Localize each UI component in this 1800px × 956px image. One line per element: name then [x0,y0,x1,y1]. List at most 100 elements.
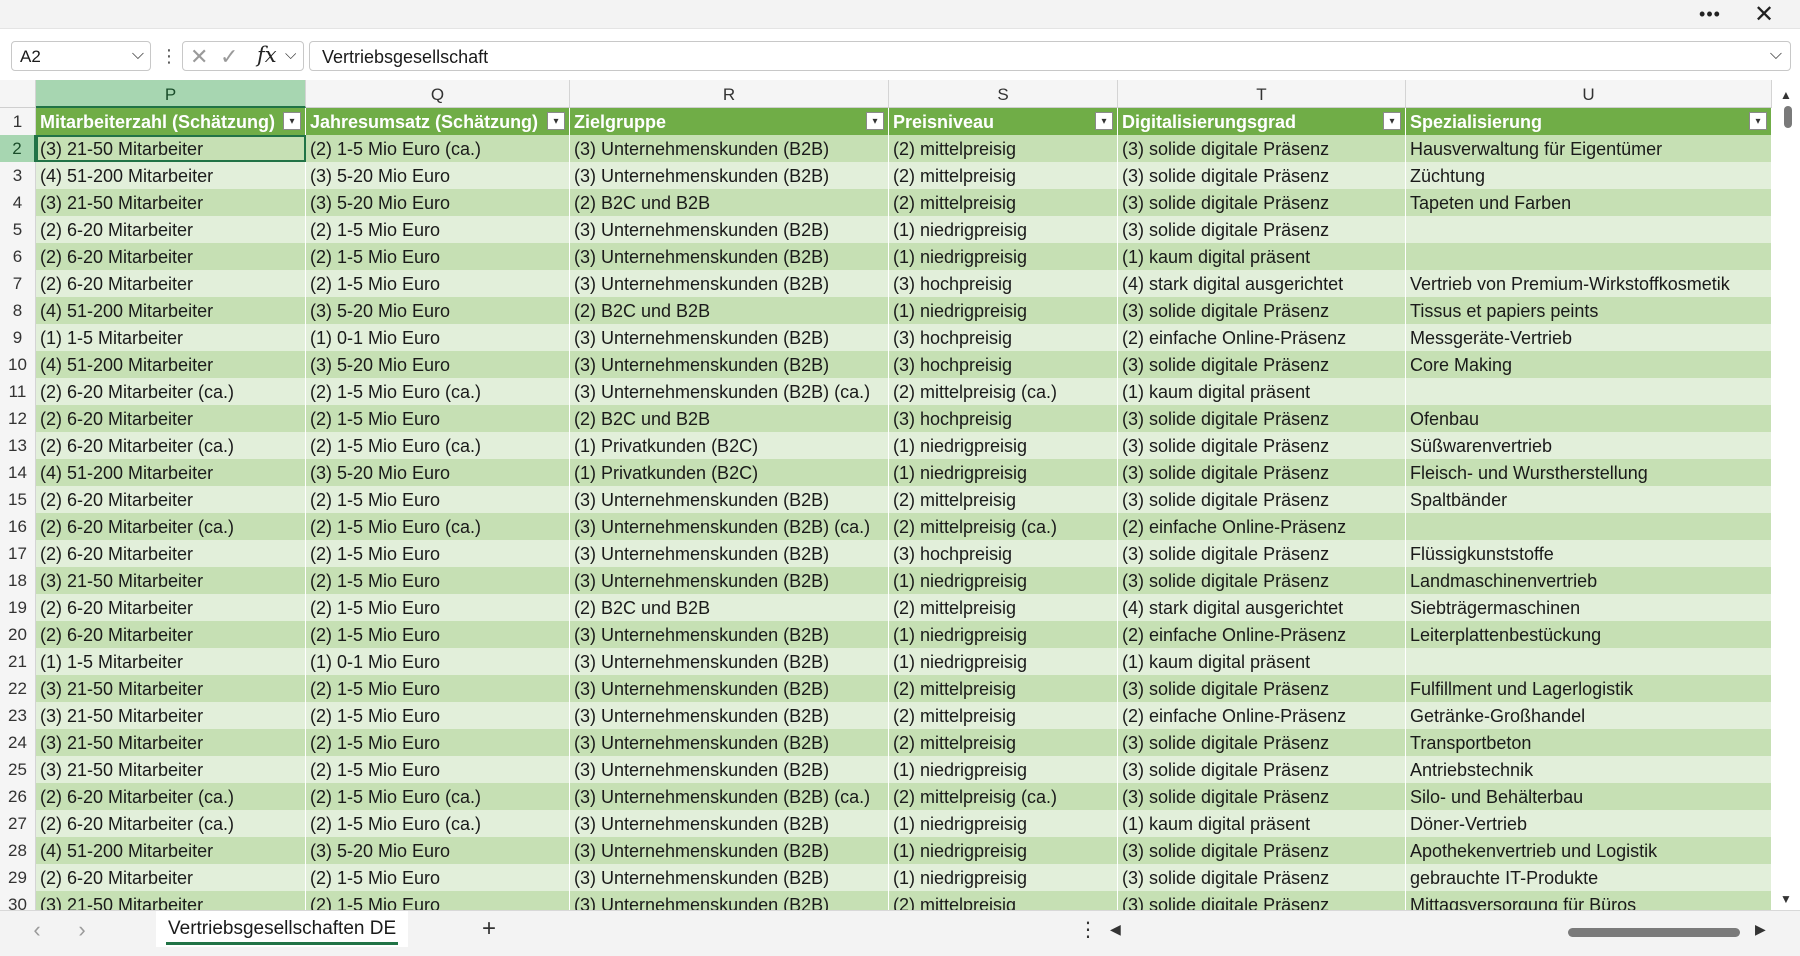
table-cell[interactable]: (3) Unternehmenskunden (B2B) (ca.) [570,513,889,540]
table-cell[interactable]: (2) 6-20 Mitarbeiter (ca.) [36,513,306,540]
filter-dropdown-icon[interactable]: ▾ [1749,112,1767,130]
table-cell[interactable]: Apothekenvertrieb und Logistik [1406,837,1772,864]
table-cell[interactable]: (1) niedrigpreisig [889,756,1118,783]
table-cell[interactable]: (2) 1-5 Mio Euro [306,405,570,432]
table-cell[interactable]: (2) mittelpreisig (ca.) [889,513,1118,540]
header-cell[interactable]: Preisniveau ▾ [889,108,1118,135]
table-cell[interactable]: (2) einfache Online-Präsenz [1118,513,1406,540]
table-cell[interactable]: (1) niedrigpreisig [889,837,1118,864]
table-cell[interactable]: (3) 21-50 Mitarbeiter [36,756,306,783]
table-cell[interactable]: (3) Unternehmenskunden (B2B) [570,243,889,270]
table-cell[interactable]: (4) 51-200 Mitarbeiter [36,297,306,324]
table-cell[interactable]: (4) stark digital ausgerichtet [1118,594,1406,621]
table-cell[interactable]: (2) mittelpreisig [889,189,1118,216]
table-cell[interactable]: Vertrieb von Premium-Wirkstoffkosmetik [1406,270,1772,297]
table-cell[interactable]: (3) hochpreisig [889,351,1118,378]
scroll-up-icon[interactable]: ▲ [1780,88,1792,102]
table-cell[interactable]: (2) 1-5 Mio Euro [306,675,570,702]
sheet-tab-active[interactable]: Vertriebsgesellschaften DE [156,911,409,947]
table-cell[interactable]: (1) niedrigpreisig [889,459,1118,486]
table-cell[interactable]: (2) mittelpreisig [889,891,1118,910]
table-cell[interactable]: (3) solide digitale Präsenz [1118,540,1406,567]
table-cell[interactable]: (3) 21-50 Mitarbeiter [36,189,306,216]
table-cell[interactable]: Core Making [1406,351,1772,378]
table-cell[interactable]: Getränke-Großhandel [1406,702,1772,729]
filter-dropdown-icon[interactable]: ▾ [1095,112,1113,130]
table-cell[interactable]: (3) 5-20 Mio Euro [306,297,570,324]
table-cell[interactable]: (3) solide digitale Präsenz [1118,297,1406,324]
table-cell[interactable]: (2) mittelpreisig [889,729,1118,756]
horizontal-scroll-thumb[interactable] [1568,928,1740,937]
row-number[interactable]: 11 [0,378,36,405]
table-cell[interactable]: (3) solide digitale Präsenz [1118,459,1406,486]
chevron-down-icon[interactable]: ⌵ [132,46,144,64]
filter-dropdown-icon[interactable]: ▾ [283,112,301,130]
row-number[interactable]: 15 [0,486,36,513]
table-cell[interactable]: Mittagsversorgung für Büros [1406,891,1772,910]
row-number[interactable]: 29 [0,864,36,891]
table-cell[interactable]: (2) 1-5 Mio Euro [306,540,570,567]
table-cell[interactable]: (3) 21-50 Mitarbeiter [36,675,306,702]
table-cell[interactable]: (2) 6-20 Mitarbeiter [36,405,306,432]
table-cell[interactable]: (2) einfache Online-Präsenz [1118,702,1406,729]
table-cell[interactable]: (3) solide digitale Präsenz [1118,567,1406,594]
table-cell[interactable]: (3) Unternehmenskunden (B2B) [570,135,889,162]
table-cell[interactable]: (3) 5-20 Mio Euro [306,459,570,486]
row-number[interactable]: 28 [0,837,36,864]
table-cell[interactable]: (3) 5-20 Mio Euro [306,351,570,378]
row-number[interactable]: 25 [0,756,36,783]
scroll-left-icon[interactable]: ◀ [1110,921,1121,938]
table-cell[interactable]: (3) solide digitale Präsenz [1118,891,1406,910]
row-number[interactable]: 26 [0,783,36,810]
table-cell[interactable]: (1) kaum digital präsent [1118,243,1406,270]
table-cell[interactable]: Landmaschinenvertrieb [1406,567,1772,594]
table-cell[interactable]: (2) 1-5 Mio Euro (ca.) [306,513,570,540]
table-cell[interactable]: (3) Unternehmenskunden (B2B) [570,864,889,891]
insert-function-icon[interactable]: fx [257,43,277,67]
table-cell[interactable]: (4) 51-200 Mitarbeiter [36,162,306,189]
table-cell[interactable]: (1) niedrigpreisig [889,297,1118,324]
table-cell[interactable]: (1) Privatkunden (B2C) [570,432,889,459]
table-cell[interactable]: (3) hochpreisig [889,540,1118,567]
table-cell[interactable]: Tissus et papiers peints [1406,297,1772,324]
table-cell[interactable]: (3) Unternehmenskunden (B2B) [570,540,889,567]
table-cell[interactable]: (3) Unternehmenskunden (B2B) [570,810,889,837]
row-number[interactable]: 27 [0,810,36,837]
row-number[interactable]: 2 [0,135,36,162]
table-cell[interactable]: (3) solide digitale Präsenz [1118,837,1406,864]
table-cell[interactable]: Siebträgermaschinen [1406,594,1772,621]
next-sheet-icon[interactable]: › [67,917,97,943]
table-cell[interactable]: Züchtung [1406,162,1772,189]
table-cell[interactable]: Fulfillment und Lagerlogistik [1406,675,1772,702]
table-cell[interactable]: (2) 6-20 Mitarbeiter (ca.) [36,378,306,405]
table-cell[interactable] [1406,216,1772,243]
table-cell[interactable]: gebrauchte IT-Produkte [1406,864,1772,891]
table-cell[interactable]: (2) 6-20 Mitarbeiter [36,243,306,270]
table-cell[interactable]: (2) 1-5 Mio Euro [306,216,570,243]
table-cell[interactable]: (2) 1-5 Mio Euro [306,270,570,297]
table-cell[interactable]: (3) solide digitale Präsenz [1118,216,1406,243]
table-cell[interactable]: (3) solide digitale Präsenz [1118,864,1406,891]
table-cell[interactable]: (4) 51-200 Mitarbeiter [36,351,306,378]
table-cell[interactable]: (3) 21-50 Mitarbeiter [36,702,306,729]
row-number[interactable]: 10 [0,351,36,378]
vertical-scrollbar[interactable]: ▲ ▼ [1776,80,1800,910]
table-cell[interactable]: (3) solide digitale Präsenz [1118,135,1406,162]
table-cell[interactable]: (3) Unternehmenskunden (B2B) [570,567,889,594]
header-cell[interactable]: Mitarbeiterzahl (Schätzung) ▾ [36,108,306,135]
table-cell[interactable]: Spaltbänder [1406,486,1772,513]
table-cell[interactable]: (4) 51-200 Mitarbeiter [36,459,306,486]
table-cell[interactable] [1406,648,1772,675]
row-number[interactable]: 9 [0,324,36,351]
filter-dropdown-icon[interactable]: ▾ [1383,112,1401,130]
column-header-p[interactable]: P [36,80,306,108]
table-cell[interactable]: (3) 21-50 Mitarbeiter [36,567,306,594]
row-number[interactable]: 21 [0,648,36,675]
table-cell[interactable]: (1) niedrigpreisig [889,432,1118,459]
table-cell[interactable]: Transportbeton [1406,729,1772,756]
vertical-ellipsis-icon[interactable]: ⋮ [160,42,178,70]
table-cell[interactable]: (3) 21-50 Mitarbeiter [36,135,306,162]
table-cell[interactable]: (3) hochpreisig [889,324,1118,351]
table-cell[interactable]: (3) Unternehmenskunden (B2B) [570,270,889,297]
table-cell[interactable]: (3) Unternehmenskunden (B2B) [570,837,889,864]
